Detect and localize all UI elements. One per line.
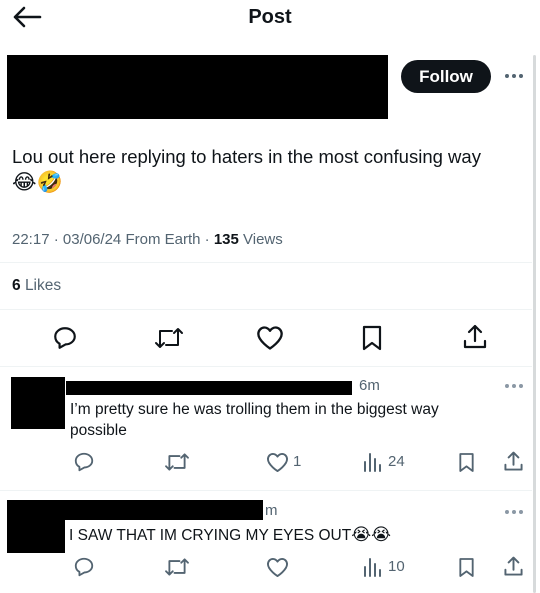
views-icon[interactable]	[361, 450, 383, 474]
post-text: Lou out here replying to haters in the m…	[12, 144, 532, 196]
bookmark-icon[interactable]	[456, 450, 476, 474]
views-label: Views	[243, 231, 283, 248]
redacted-avatar	[11, 377, 65, 429]
post-time: 22:17	[12, 231, 50, 248]
redacted-username	[58, 500, 263, 520]
bookmark-icon[interactable]	[358, 323, 386, 353]
redacted-username	[66, 381, 352, 395]
reply-time: 6m	[359, 377, 380, 394]
reply-text: I SAW THAT IM CRYING MY EYES OUT😭😭	[69, 523, 529, 547]
crying-emoji: 😭😭	[351, 525, 391, 544]
repost-icon[interactable]	[163, 450, 191, 474]
reply-icon[interactable]	[72, 555, 96, 579]
share-icon[interactable]	[501, 449, 525, 473]
more-options-icon[interactable]	[504, 73, 524, 81]
share-icon[interactable]	[460, 322, 490, 352]
laughing-emoji: 😂🤣	[12, 171, 63, 194]
divider	[0, 366, 532, 367]
like-icon[interactable]	[264, 450, 290, 474]
more-options-icon[interactable]	[504, 383, 524, 391]
divider	[0, 262, 532, 263]
follow-button[interactable]: Follow	[401, 60, 491, 93]
views-count: 135	[213, 231, 239, 248]
reply-time: m	[265, 502, 278, 519]
divider	[0, 490, 532, 491]
redacted-avatar	[7, 500, 65, 553]
redacted-author	[7, 55, 388, 119]
scrollbar[interactable]	[533, 55, 536, 593]
views-count: 24	[388, 453, 405, 470]
bookmark-icon[interactable]	[456, 555, 476, 579]
divider	[0, 309, 532, 310]
share-icon[interactable]	[501, 554, 525, 578]
like-icon[interactable]	[264, 555, 290, 579]
repost-icon[interactable]	[152, 323, 186, 353]
post-meta: 22:17 · 03/06/24 From Earth · 135 Views	[12, 231, 283, 248]
likes-label: Likes	[24, 277, 62, 294]
post-date: 03/06/24	[62, 231, 122, 248]
post-body: Lou out here replying to haters in the m…	[12, 146, 481, 167]
like-icon[interactable]	[254, 323, 286, 353]
post-source: From Earth	[125, 231, 201, 248]
page-title: Post	[248, 6, 292, 28]
reply-icon[interactable]	[50, 323, 80, 353]
reply-icon[interactable]	[72, 450, 96, 474]
reply-line-2: possible	[70, 422, 127, 439]
views-icon[interactable]	[361, 555, 383, 579]
reply-line-1: I’m pretty sure he was trolling them in …	[70, 401, 439, 418]
views-count: 10	[388, 558, 405, 575]
like-count: 1	[293, 453, 302, 470]
reply-body: I SAW THAT IM CRYING MY EYES OUT	[69, 527, 352, 544]
likes-count: 6	[12, 277, 21, 294]
repost-icon[interactable]	[163, 555, 191, 579]
more-options-icon[interactable]	[504, 509, 524, 517]
reply-text: I’m pretty sure he was trolling them in …	[70, 399, 525, 441]
likes-stat[interactable]: 6 Likes	[12, 277, 61, 295]
